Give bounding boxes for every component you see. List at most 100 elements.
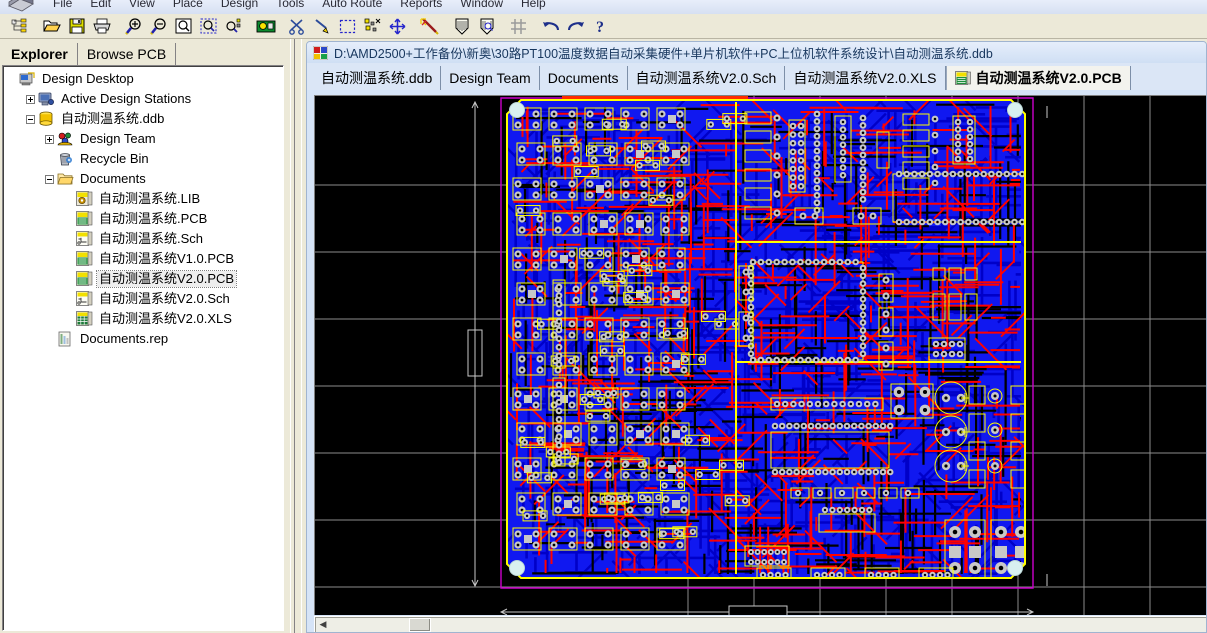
tree-item[interactable]: Design Desktop	[7, 69, 283, 89]
tree-item[interactable]: Recycle Bin	[7, 149, 283, 169]
tree-item-label: Recycle Bin	[80, 151, 149, 166]
horizontal-scrollbar[interactable]: ◀	[314, 616, 1206, 632]
tree-item-label: Documents.rep	[80, 331, 169, 346]
select-area-icon[interactable]	[335, 15, 360, 38]
tab-explorer[interactable]: Explorer	[2, 43, 78, 65]
doc-tab-xls[interactable]: 自动测温系统V2.0.XLS	[785, 66, 946, 90]
help-icon[interactable]: ?	[588, 15, 613, 38]
explorer-tree-container[interactable]: Design Desktop Active Design Stations 自动测温…	[2, 65, 284, 631]
tree-item[interactable]: 自动测温系统V2.0.Sch	[7, 289, 283, 309]
menu-item-design[interactable]: Design	[212, 0, 267, 10]
tree-item[interactable]: 自动测温系统.PCB	[7, 209, 283, 229]
doc-tab-ddb[interactable]: 自动测温系统.ddb	[313, 66, 442, 90]
explorer-tree: Design Desktop Active Design Stations 自动测温…	[3, 66, 283, 349]
cut-icon[interactable]	[285, 15, 310, 38]
design-station-icon	[38, 91, 55, 107]
menu-item-file[interactable]: File	[44, 0, 81, 10]
tree-item-label: 自动测温系统.ddb	[61, 111, 165, 126]
menu-item-help[interactable]: Help	[512, 0, 555, 10]
toolbar-gap	[0, 15, 7, 38]
document-window: D:\AMD2500+工作备份\新奥\30路PT100温度数据自动采集硬件+单片…	[306, 41, 1207, 633]
tree-collapse-icon[interactable]	[45, 174, 54, 184]
tree-item[interactable]: 自动测温系统.Sch	[7, 229, 283, 249]
tree-item-label: 自动测温系统V2.0.XLS	[99, 311, 232, 326]
tree-expand-icon[interactable]	[26, 94, 35, 104]
menu-item-autoroute[interactable]: Auto Route	[313, 0, 391, 10]
save-icon[interactable]	[64, 15, 89, 38]
tree-expand-icon[interactable]	[45, 134, 54, 144]
doc-tab-label: 自动测温系统V2.0.Sch	[635, 70, 777, 86]
highlight-net-icon[interactable]	[417, 15, 442, 38]
tree-item[interactable]: 自动测温系统V1.0.PCB	[7, 249, 283, 269]
tree-item[interactable]: Documents.rep	[7, 329, 283, 349]
menu-item-window[interactable]: Window	[451, 0, 512, 10]
scroll-left-arrow-icon[interactable]: ◀	[315, 617, 331, 632]
tree-item[interactable]: 自动测温系统.LIB	[7, 189, 283, 209]
menu-item-place[interactable]: Place	[164, 0, 212, 10]
main-toolbar: ?	[0, 14, 1207, 39]
doc-tab-label: 自动测温系统.ddb	[321, 70, 433, 86]
browse-component-icon[interactable]	[449, 15, 474, 38]
tree-collapse-icon[interactable]	[26, 114, 35, 124]
tree-item-label: Active Design Stations	[61, 91, 192, 106]
zoom-document-icon[interactable]	[171, 15, 196, 38]
protel-logo-icon	[6, 0, 36, 12]
tree-item-label: 自动测温系统.PCB	[99, 211, 208, 226]
panel-splitter[interactable]	[290, 39, 306, 633]
toolbar-separator-7	[499, 15, 506, 38]
tree-item[interactable]: 自动测温系统V2.0.XLS	[7, 309, 283, 329]
toolbar-separator-1	[32, 15, 39, 38]
pcb-drawing	[315, 96, 1206, 615]
menu-item-view[interactable]: View	[120, 0, 164, 10]
tree-item[interactable]: Design Team	[7, 129, 283, 149]
tab-browse-pcb[interactable]: Browse PCB	[77, 43, 177, 65]
tree-item[interactable]: Documents	[7, 169, 283, 189]
doc-tab-sch[interactable]: 自动测温系统V2.0.Sch	[627, 66, 786, 90]
splitter-bevel	[294, 39, 302, 633]
toolbar-separator-2	[114, 15, 121, 38]
paste-icon[interactable]	[310, 15, 335, 38]
toggle-grid-icon[interactable]	[506, 15, 531, 38]
pcb-file-icon	[954, 70, 971, 86]
doc-tab-label: 自动测温系统V2.0.XLS	[793, 70, 937, 86]
doc-tab-pcb[interactable]: 自动测温系统V2.0.PCB	[945, 66, 1131, 90]
doc-tab-label: Documents	[547, 70, 619, 86]
tree-item-label: 自动测温系统V2.0.Sch	[99, 291, 230, 306]
scrollbar-thumb[interactable]	[409, 618, 431, 632]
doc-tab-documents[interactable]: Documents	[539, 66, 628, 90]
doc-tab-design-team[interactable]: Design Team	[441, 66, 540, 90]
doc-tab-label: 自动测温系统V2.0.PCB	[975, 70, 1122, 86]
pcb-canvas-frame	[314, 95, 1206, 615]
zoom-selection-icon[interactable]	[221, 15, 246, 38]
tree-item-label: 自动测温系统.Sch	[99, 231, 204, 246]
design-explorer-icon[interactable]	[7, 15, 32, 38]
sch-file-icon	[76, 231, 93, 247]
zoom-out-icon[interactable]	[146, 15, 171, 38]
deselect-all-icon[interactable]	[360, 15, 385, 38]
zoom-in-icon[interactable]	[121, 15, 146, 38]
toolbar-separator-3	[246, 15, 253, 38]
lib-file-icon	[76, 191, 93, 207]
folder-icon	[57, 171, 74, 187]
open-icon[interactable]	[39, 15, 64, 38]
move-icon[interactable]	[385, 15, 410, 38]
menu-item-reports[interactable]: Reports	[391, 0, 451, 10]
menu-bar: File Edit View Place Design Tools Auto R…	[0, 0, 1207, 14]
print-icon[interactable]	[89, 15, 114, 38]
menu-item-tools[interactable]: Tools	[267, 0, 313, 10]
pcb-canvas[interactable]	[315, 96, 1206, 615]
zoom-area-icon[interactable]	[196, 15, 221, 38]
tree-item[interactable]: 自动测温系统V2.0.PCB	[7, 269, 283, 289]
tree-item[interactable]: 自动测温系统.ddb	[7, 109, 283, 129]
tree-item[interactable]: Active Design Stations	[7, 89, 283, 109]
menu-item-edit[interactable]: Edit	[81, 0, 120, 10]
document-window-titlebar[interactable]: D:\AMD2500+工作备份\新奥\30路PT100温度数据自动采集硬件+单片…	[307, 42, 1206, 63]
tree-item-label: Design Team	[80, 131, 156, 146]
database-icon	[38, 111, 55, 127]
redo-icon[interactable]	[563, 15, 588, 38]
browse-net-icon[interactable]	[474, 15, 499, 38]
svg-text:?: ?	[596, 19, 604, 35]
toolbar-separator-4	[278, 15, 285, 38]
pan-view-icon[interactable]	[253, 15, 278, 38]
undo-icon[interactable]	[538, 15, 563, 38]
